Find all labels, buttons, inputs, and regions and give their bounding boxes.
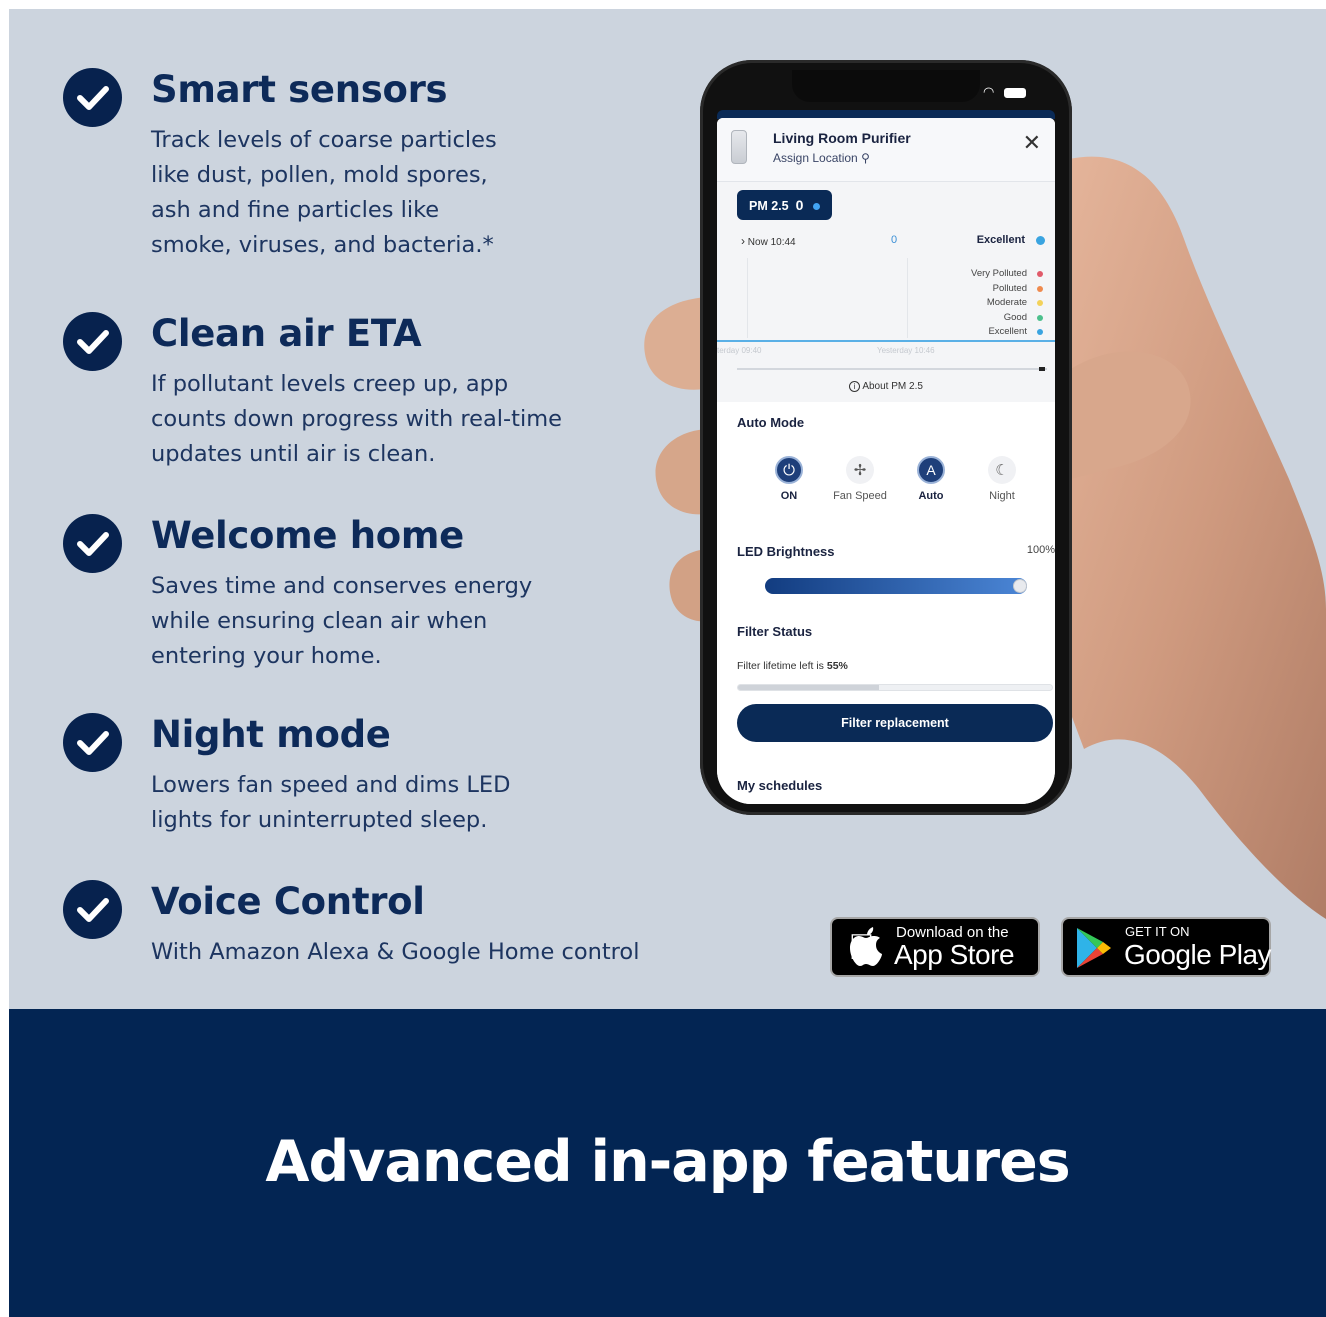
status-bar: ◠ <box>983 85 1027 100</box>
filter-lifetime-text: Filter lifetime left is 55% <box>737 660 848 672</box>
air-quality-chart: › Now 10:44 0 Excellent Very Polluted Po… <box>717 228 1055 398</box>
device-header: Living Room Purifier Assign Location ⚲ ✕ <box>717 118 1055 182</box>
legend-label: Excellent <box>988 326 1027 337</box>
pm25-value: 0 <box>795 197 804 213</box>
status-dot <box>812 203 820 211</box>
led-brightness-title: LED Brightness <box>737 544 835 559</box>
legend-dot <box>1037 271 1043 277</box>
chart-tick-left: terday 09:40 <box>717 346 762 355</box>
google-play-small-text: GET IT ON <box>1125 924 1190 939</box>
air-quality-status: Excellent <box>976 234 1025 246</box>
moon-icon: ☾ <box>988 456 1016 484</box>
filter-status-title: Filter Status <box>737 624 813 639</box>
mode-label: Night <box>989 490 1015 502</box>
legend-dot <box>1037 285 1043 292</box>
mode-label: Fan Speed <box>833 490 887 502</box>
pm25-label: PM 2.5 <box>749 199 789 213</box>
location-pin-icon: ⚲ <box>861 151 870 165</box>
chart-scrollbar[interactable] <box>737 368 1047 370</box>
legend-item: Very Polluted <box>925 268 1045 283</box>
close-icon[interactable]: ✕ <box>1023 130 1041 156</box>
app-store-big-text: App Store <box>894 939 1015 970</box>
mode-fan-speed-button[interactable]: ✢ Fan Speed <box>825 456 895 502</box>
mode-label: Auto <box>918 490 944 502</box>
purifier-icon <box>731 130 747 164</box>
bottom-banner: Advanced in-app features <box>9 1009 1326 1317</box>
app-store-badge[interactable]:  Download on the App Store <box>830 917 1040 977</box>
phone-notch <box>792 70 980 102</box>
air-quality-dot <box>1036 236 1045 245</box>
chevron-right-icon: › <box>741 234 745 248</box>
filter-lifetime-label: Filter lifetime left is <box>737 660 824 672</box>
fan-icon: ✢ <box>846 456 874 484</box>
legend-dot <box>1037 329 1043 335</box>
mode-on-button[interactable]: ⏻ ON <box>754 456 824 502</box>
led-brightness-slider[interactable] <box>765 578 1027 594</box>
app-screen: Living Room Purifier Assign Location ⚲ ✕… <box>717 118 1055 804</box>
wifi-icon: ◠ <box>983 85 995 100</box>
assign-location-label: Assign Location <box>773 151 858 165</box>
filter-progress-bar <box>737 684 1053 691</box>
filter-progress-fill <box>738 685 880 690</box>
chart-baseline <box>717 340 1055 342</box>
power-icon: ⏻ <box>775 456 803 484</box>
air-quality-legend: Very Polluted Polluted Moderate Good Exc… <box>925 268 1045 341</box>
chart-tick-right: Yesterday 10:46 <box>877 346 935 355</box>
legend-item: Good <box>925 312 1045 327</box>
legend-label: Very Polluted <box>971 268 1027 279</box>
led-brightness-thumb[interactable] <box>1013 579 1027 593</box>
chart-gridline <box>907 258 908 338</box>
legend-dot <box>1037 300 1043 306</box>
apple-logo-icon <box>850 927 882 966</box>
hand-illustration <box>644 156 1326 919</box>
legend-item: Moderate <box>925 297 1045 312</box>
google-play-badge[interactable]: GET IT ON Google Play <box>1061 917 1272 977</box>
filter-replacement-button[interactable]: Filter replacement <box>737 704 1053 742</box>
now-time: Now 10:44 <box>747 237 796 248</box>
filter-lifetime-value: 55% <box>826 660 848 672</box>
mode-night-button[interactable]: ☾ Night <box>967 456 1037 502</box>
chart-scroll-handle[interactable] <box>1039 367 1045 371</box>
my-schedules-title[interactable]: My schedules <box>737 778 822 793</box>
legend-label: Moderate <box>986 297 1027 308</box>
info-icon: i <box>849 381 861 392</box>
google-play-icon <box>1077 928 1111 968</box>
features-panel: Smart sensors Track levels of coarse par… <box>9 9 1326 1009</box>
auto-icon: A <box>917 456 945 484</box>
battery-icon <box>1004 87 1027 98</box>
legend-label: Good <box>1003 311 1027 323</box>
about-label: About PM 2.5 <box>862 381 923 393</box>
legend-item: Excellent <box>925 326 1045 341</box>
led-brightness-value: 100% <box>1026 544 1055 556</box>
assign-location-link[interactable]: Assign Location ⚲ <box>773 151 870 165</box>
legend-label: Polluted <box>992 282 1027 294</box>
device-name: Living Room Purifier <box>773 130 911 146</box>
chart-gridline <box>747 258 748 338</box>
mode-auto-button[interactable]: A Auto <box>896 456 966 502</box>
mode-label: ON <box>780 490 798 502</box>
chart-now-label[interactable]: › Now 10:44 <box>741 234 796 248</box>
chart-current-value: 0 <box>891 234 898 246</box>
legend-dot <box>1037 314 1043 321</box>
google-play-big-text: Google Play <box>1124 939 1272 970</box>
legend-item: Polluted <box>925 283 1045 298</box>
banner-title: Advanced in-app features <box>265 1129 1070 1195</box>
pm25-tab[interactable]: PM 2.5 0 <box>737 190 832 220</box>
about-pm25-link[interactable]: i About PM 2.5 <box>717 381 1055 392</box>
auto-mode-title: Auto Mode <box>737 415 805 430</box>
